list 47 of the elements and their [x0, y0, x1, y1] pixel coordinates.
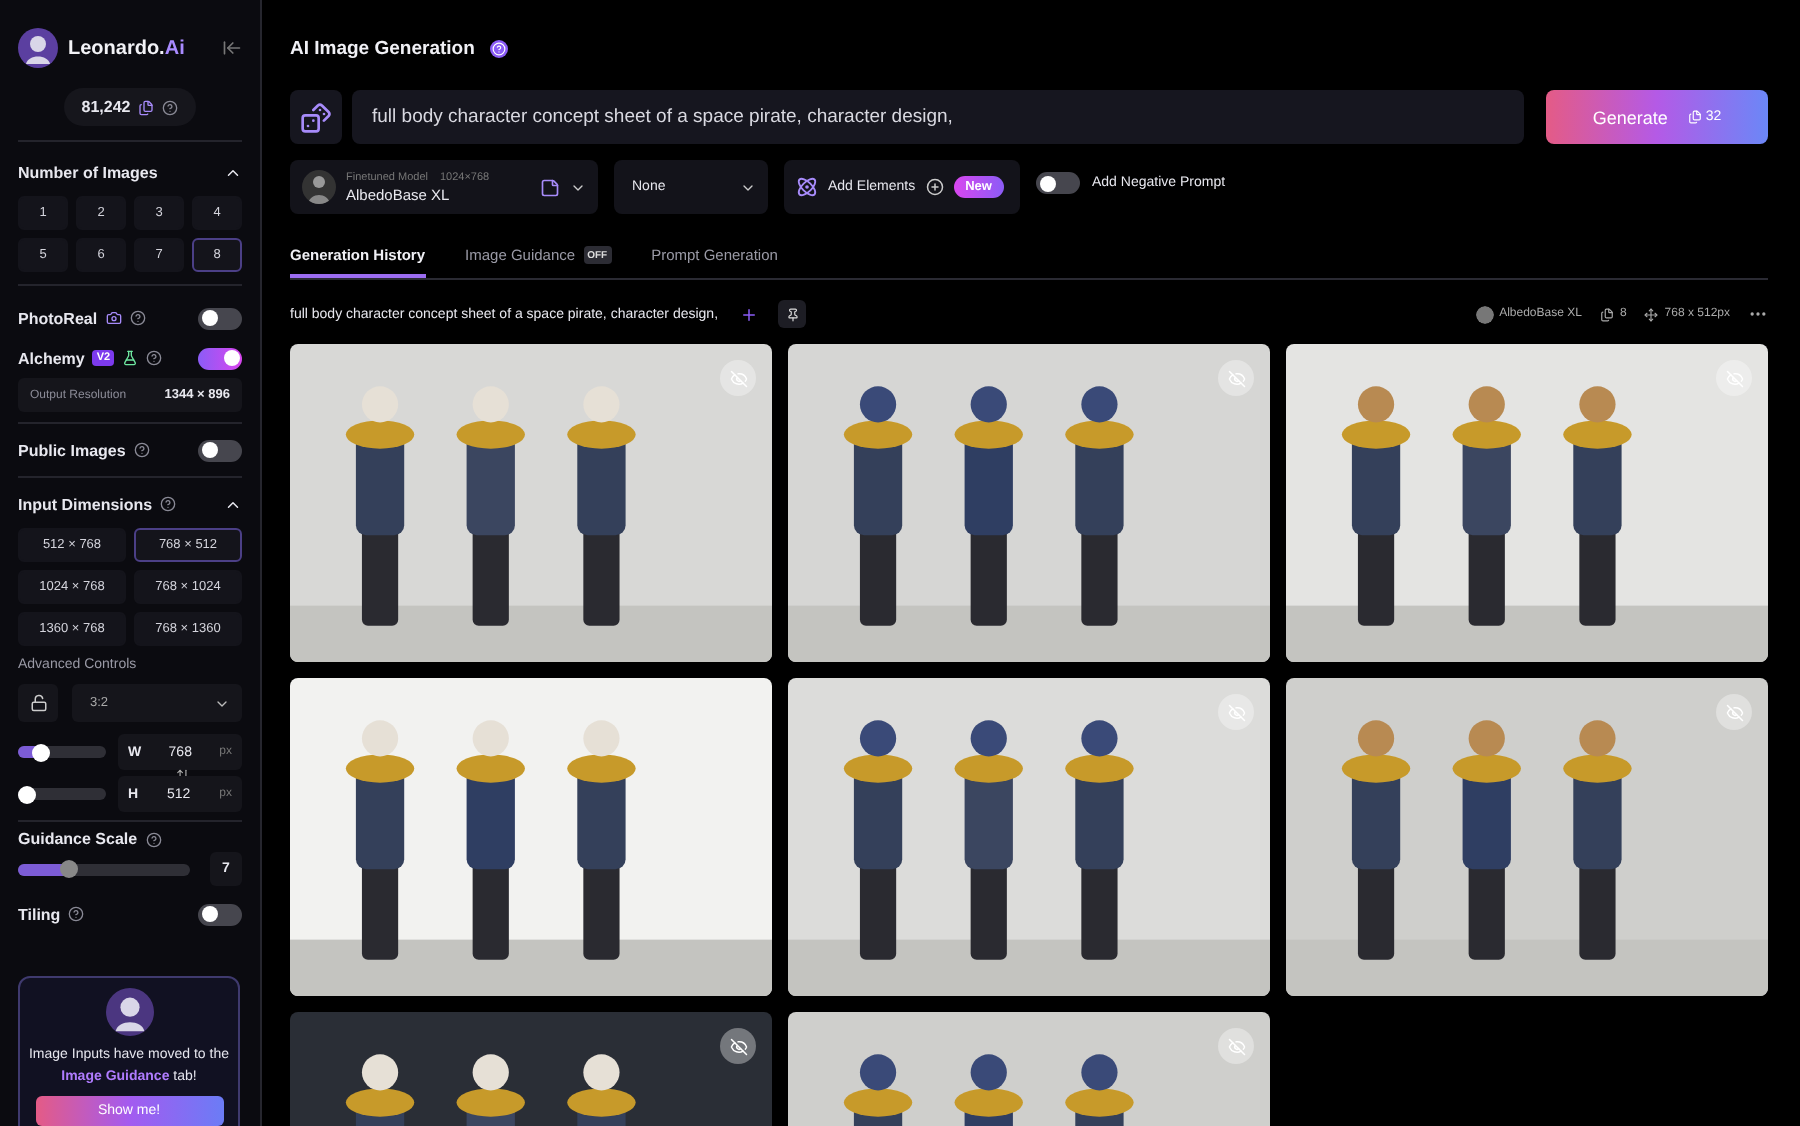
flask-icon — [122, 350, 139, 366]
atom-icon — [796, 176, 818, 198]
token-icon — [1687, 110, 1702, 124]
note-icon — [540, 177, 560, 197]
help-icon[interactable] — [129, 310, 146, 326]
page-title: AI Image Generation — [290, 38, 475, 60]
help-icon[interactable] — [146, 350, 163, 366]
plus-circle-icon — [925, 178, 944, 196]
setting-label: PhotoReal — [18, 309, 98, 327]
setting-label: Tiling — [18, 905, 61, 923]
size-slider[interactable] — [18, 788, 106, 800]
toggle-switch[interactable] — [1036, 172, 1080, 194]
credits-count: 81,242 — [81, 98, 131, 116]
guidance-slider[interactable] — [18, 863, 190, 875]
toggle-switch[interactable] — [198, 439, 242, 461]
camera-icon — [105, 310, 122, 326]
token-icon — [138, 99, 155, 115]
help-icon[interactable] — [160, 496, 177, 512]
pin-button[interactable] — [778, 300, 807, 328]
section-title: Input Dimensions — [18, 495, 153, 513]
help-icon[interactable] — [145, 831, 162, 847]
setting-label: Public Images — [18, 441, 126, 459]
size-icon — [1644, 307, 1659, 321]
brand-name: Leonardo.Ai — [68, 37, 185, 59]
collapse-icon[interactable] — [222, 38, 242, 58]
setting-label: Guidance Scale — [18, 830, 138, 848]
model-thumbnail — [302, 170, 336, 204]
lock-button[interactable] — [18, 684, 58, 722]
model-icon — [1475, 305, 1494, 323]
section-title: Number of Images — [18, 163, 158, 181]
size-slider[interactable] — [18, 746, 106, 758]
lock-icon — [29, 694, 47, 712]
prompt-field[interactable]: full body character concept sheet of a space pirate, character design, — [352, 90, 1524, 144]
toggle-switch[interactable] — [198, 307, 242, 329]
help-icon[interactable] — [68, 906, 85, 922]
dice-icon — [300, 101, 332, 133]
pin-icon — [785, 307, 800, 321]
avatar — [18, 28, 58, 68]
help-icon[interactable] — [133, 442, 150, 458]
toggle-switch[interactable] — [198, 347, 242, 369]
plus-icon — [739, 305, 758, 323]
toggle-switch[interactable] — [198, 903, 242, 925]
setting-label: Alchemy — [18, 349, 85, 367]
eye-off-icon[interactable] — [720, 1028, 756, 1064]
avatar — [105, 988, 153, 1036]
images-icon — [1599, 307, 1614, 321]
random-prompt-button[interactable] — [290, 90, 342, 144]
